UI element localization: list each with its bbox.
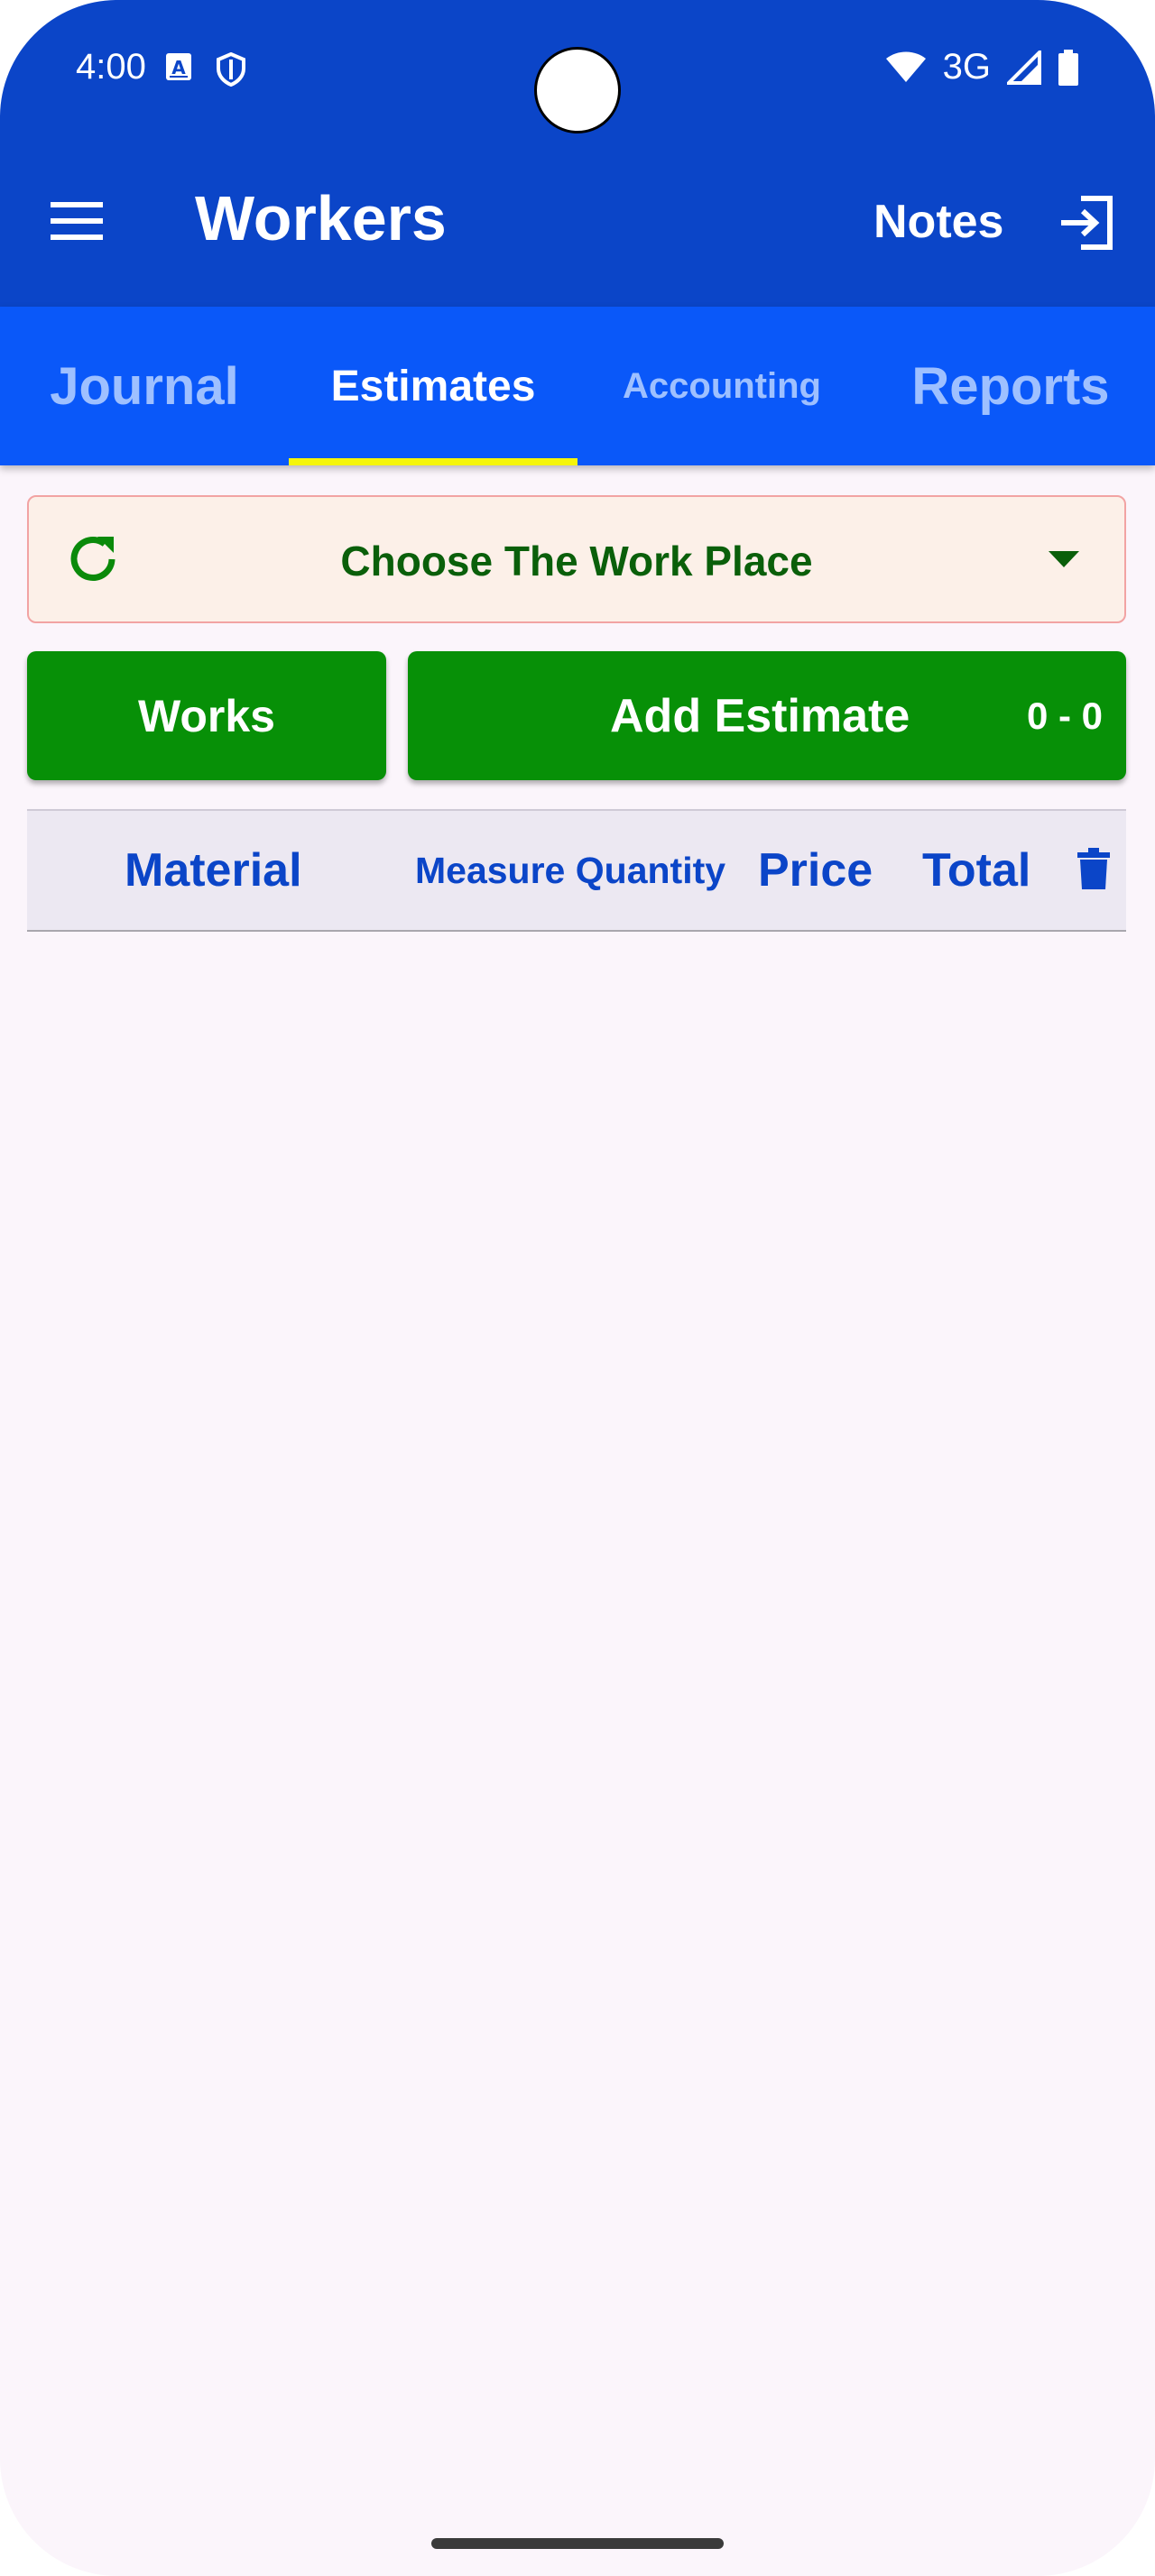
tab-reports[interactable]: Reports bbox=[866, 307, 1155, 465]
phone-screen: 4:00 A 3G Workers Notes Journal Estimate… bbox=[0, 0, 1155, 2576]
tab-bar: Journal Estimates Accounting Reports bbox=[0, 307, 1155, 465]
hamburger-menu-icon[interactable] bbox=[45, 189, 108, 253]
dropdown-arrow-icon bbox=[1049, 551, 1079, 567]
add-estimate-button[interactable]: Add Estimate 0 - 0 bbox=[408, 651, 1126, 780]
svg-text:A: A bbox=[171, 57, 186, 78]
battery-icon bbox=[1058, 49, 1078, 86]
front-camera bbox=[534, 47, 621, 133]
table-header: Material Measure Quantity Price Total bbox=[27, 809, 1126, 932]
column-header-total: Total bbox=[922, 844, 1031, 897]
status-bar: 4:00 A 3G bbox=[0, 0, 1155, 135]
table-body bbox=[27, 932, 1126, 2465]
tab-journal-label: Journal bbox=[50, 356, 239, 416]
column-header-material: Material bbox=[125, 844, 302, 897]
workplace-dropdown[interactable]: Choose The Work Place bbox=[27, 495, 1126, 623]
tab-journal[interactable]: Journal bbox=[0, 307, 289, 465]
signal-icon bbox=[1007, 50, 1041, 85]
trash-icon[interactable] bbox=[1076, 847, 1112, 890]
notes-button[interactable]: Notes bbox=[873, 195, 1003, 249]
status-right-icons: 3G bbox=[885, 47, 1079, 87]
add-estimate-label: Add Estimate bbox=[610, 690, 910, 742]
app-bar: Workers Notes bbox=[0, 135, 1155, 307]
tab-estimates[interactable]: Estimates bbox=[289, 307, 578, 465]
workplace-label: Choose The Work Place bbox=[340, 538, 813, 584]
font-a-icon: A bbox=[166, 53, 191, 80]
network-type: 3G bbox=[942, 47, 991, 87]
app-title: Workers bbox=[195, 183, 447, 253]
column-header-price: Price bbox=[758, 844, 873, 897]
tab-accounting-label: Accounting bbox=[623, 365, 821, 406]
tab-accounting[interactable]: Accounting bbox=[578, 307, 866, 465]
column-header-measure-quantity: Measure Quantity bbox=[415, 849, 726, 891]
home-indicator[interactable] bbox=[431, 2538, 724, 2549]
works-button[interactable]: Works bbox=[27, 651, 386, 780]
status-time: 4:00 bbox=[76, 47, 146, 87]
status-left-icons: A bbox=[165, 52, 246, 87]
estimate-count: 0 - 0 bbox=[1026, 695, 1103, 737]
exit-icon[interactable] bbox=[1058, 193, 1117, 253]
wifi-icon bbox=[885, 51, 926, 82]
shield-icon bbox=[217, 52, 245, 87]
active-tab-indicator bbox=[289, 458, 578, 465]
tab-reports-label: Reports bbox=[911, 356, 1110, 416]
tab-estimates-label: Estimates bbox=[330, 362, 536, 410]
